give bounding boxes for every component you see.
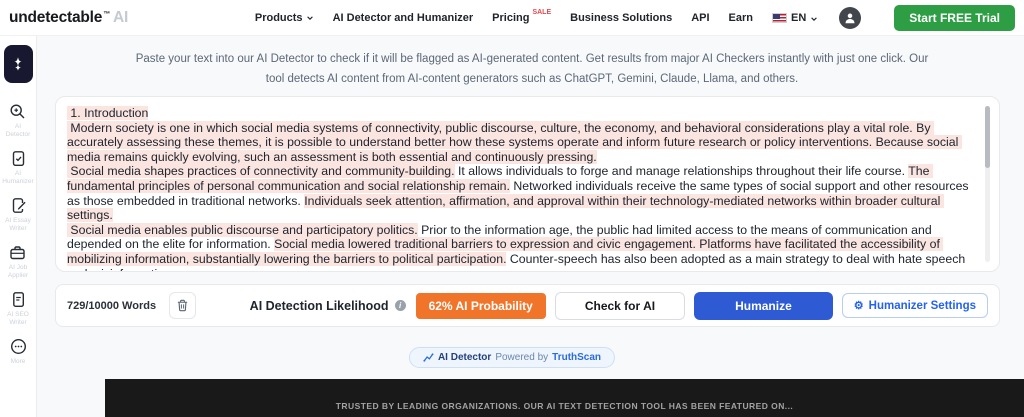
highlighted-text-segment: Modern society is one in which social me… [67, 120, 962, 164]
likelihood-label-group: AI Detection Likelihood i [250, 299, 406, 313]
ai-probability-badge: 62% AI Probability [415, 292, 546, 319]
sidebar-label: AI Job Applier [7, 264, 29, 279]
nav-pricing-label: Pricing [492, 11, 530, 24]
logo-trademark: ™ [103, 10, 111, 18]
page-content: AI Detector AI Humanizer AI Essay Writer AI… [0, 35, 1024, 417]
scrollbar-thumb[interactable] [985, 106, 990, 168]
language-selector[interactable]: EN [772, 12, 818, 24]
trusted-by-footer: TRUSTED BY LEADING ORGANIZATIONS. OUR AI… [105, 379, 1024, 417]
info-icon[interactable]: i [394, 300, 406, 311]
truthscan-powered-label: Powered by [495, 352, 549, 363]
top-navigation: undetectable ™ AI Products AI Detector and… [0, 0, 1024, 35]
nav-api[interactable]: API [691, 12, 709, 24]
editor-paragraph: Social media enables public discourse an… [67, 222, 973, 271]
sale-badge: SALE [532, 8, 552, 16]
nav-ai-detector-humanizer[interactable]: AI Detector and Humanizer [333, 12, 474, 24]
truthscan-brand: TruthScan [552, 352, 602, 363]
sidebar-item-home[interactable] [3, 45, 33, 92]
sidebar-item-ai-humanizer[interactable]: AI Humanizer [2, 150, 34, 186]
start-free-trial-button[interactable]: Start FREE Trial [894, 4, 1015, 31]
truthscan-badge[interactable]: AI Detector Powered by TruthScan [408, 347, 616, 368]
sidebar-label: AI Detector [5, 123, 31, 138]
sidebar-label: AI Humanizer [2, 170, 34, 185]
editor-paragraph: 1. Introduction [67, 106, 973, 121]
nav-earn[interactable]: Earn [729, 12, 753, 24]
sidebar-item-ai-seo-writer[interactable]: AI SEO Writer [7, 291, 29, 327]
trusted-by-text: TRUSTED BY LEADING ORGANIZATIONS. OUR AI… [335, 401, 794, 411]
user-avatar[interactable] [839, 6, 862, 29]
humanize-button[interactable]: Humanize [694, 291, 833, 320]
briefcase-icon [10, 246, 26, 260]
text-editor[interactable]: 1. Introduction Modern society is one in… [55, 96, 1000, 272]
more-ellipsis-icon [10, 338, 26, 355]
check-for-ai-button[interactable]: Check for AI [554, 291, 686, 320]
truthscan-detector-label: AI Detector [437, 352, 492, 363]
settings-label: Humanizer Settings [868, 299, 976, 312]
chart-arrow-icon [423, 353, 434, 362]
main-nav: Products AI Detector and Humanizer Prici… [255, 4, 1015, 31]
nav-products-label: Products [254, 11, 303, 24]
likelihood-label: AI Detection Likelihood [249, 298, 389, 313]
us-flag-icon [772, 12, 788, 23]
sidebar-label: More [10, 358, 26, 365]
magnifier-plus-icon [10, 104, 25, 119]
editor-content: 1. Introduction Modern society is one in… [67, 106, 973, 271]
sidebar-item-ai-essay-writer[interactable]: AI Essay Writer [5, 197, 31, 233]
logo[interactable]: undetectable ™ AI [9, 9, 128, 27]
document-lines-icon [12, 292, 24, 307]
detection-toolbar: 729/10000 Words AI Detection Likelihood … [55, 284, 1000, 327]
person-icon [845, 13, 855, 23]
sidebar-item-ai-job-applier[interactable]: AI Job Applier [8, 244, 28, 280]
sidebar-label: AI Essay Writer [5, 217, 31, 232]
active-tool-tile [3, 45, 33, 83]
sidebar-item-ai-detector[interactable]: AI Detector [5, 103, 31, 139]
highlighted-text-segment: 1. Introduction [67, 106, 149, 120]
editor-paragraph: Social media shapes practices of connect… [67, 164, 973, 223]
nav-api-label: API [691, 11, 710, 24]
editor-scrollbar[interactable] [985, 106, 990, 262]
clear-text-button[interactable] [169, 292, 197, 319]
logo-mark-icon [14, 57, 22, 71]
highlighted-text-segment: Social media shapes practices of connect… [67, 164, 455, 179]
logo-text: undetectable [9, 8, 103, 26]
nav-earn-label: Earn [728, 11, 754, 24]
nav-business-label: Business Solutions [570, 11, 673, 24]
intro-description: Paste your text into our AI Detector to … [135, 53, 929, 86]
document-pencil-icon [12, 198, 26, 213]
trash-icon [177, 299, 188, 312]
text-segment: It allows individuals to forge and manag… [454, 164, 909, 179]
nav-detector-label: AI Detector and Humanizer [332, 11, 474, 24]
language-code: EN [791, 11, 807, 24]
word-count: 729/10000 Words [67, 299, 157, 312]
highlighted-text-segment: Social media enables public discourse an… [67, 222, 418, 237]
humanizer-settings-button[interactable]: ⚙ Humanizer Settings [841, 293, 988, 318]
chevron-down-icon [811, 16, 818, 21]
nav-products[interactable]: Products [255, 12, 314, 24]
sidebar-item-more[interactable]: More [10, 338, 27, 366]
gear-icon: ⚙ [853, 300, 864, 312]
document-check-icon [12, 151, 24, 166]
chevron-down-icon [306, 15, 313, 20]
sidebar-label: AI SEO Writer [7, 311, 29, 326]
nav-pricing[interactable]: Pricing SALE [492, 8, 552, 24]
nav-business-solutions[interactable]: Business Solutions [570, 12, 672, 24]
editor-paragraph: Modern society is one in which social me… [67, 120, 973, 165]
logo-ai-suffix: AI [113, 8, 129, 26]
tool-sidebar: AI Detector AI Humanizer AI Essay Writer AI… [0, 36, 37, 417]
